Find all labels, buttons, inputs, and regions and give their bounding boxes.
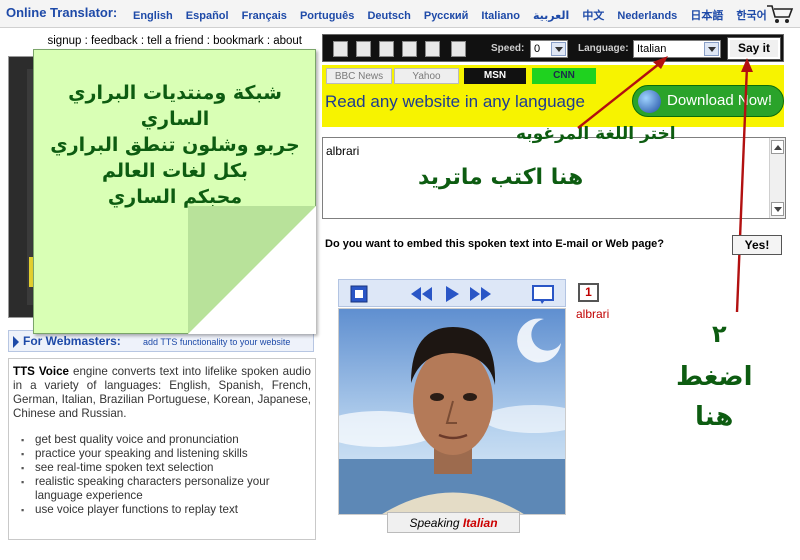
note-line: بكل لغات العالم [102,160,248,182]
list-item: get best quality voice and pronunciation [21,433,311,447]
player-toolbar: Speed: 0 Language: Italian Say it [322,34,784,62]
speaking-language: Italian [462,516,498,530]
webmasters-subtitle: add TTS functionality to your website [143,337,291,347]
language-select-value: Italian [637,43,667,55]
download-now-button[interactable]: Download Now! [632,85,784,117]
brand-title: Online Translator: [6,5,118,20]
print-icon[interactable] [356,41,371,57]
player-controls [338,279,566,307]
stop-icon[interactable] [349,284,369,304]
speed-select[interactable]: 0 [530,40,568,58]
language-select[interactable]: Italian [633,40,721,58]
globe-icon [638,90,661,113]
yes-button[interactable]: Yes! [732,235,782,255]
lang-link-russian[interactable]: Русский [424,10,468,22]
download-now-label: Download Now! [667,92,773,109]
avatar [339,309,565,514]
speaking-prefix: Speaking [409,516,460,530]
character-name: albrari [576,307,610,321]
lang-link-nederlands[interactable]: Nederlands [617,10,677,22]
about-link[interactable]: about [273,35,302,47]
signup-link[interactable]: signup [48,35,82,47]
lang-link-deutsch[interactable]: Deutsch [367,10,410,22]
lang-link-english[interactable]: English [133,10,173,22]
lang-link-portugues[interactable]: Português [300,10,354,22]
fast-forward-icon[interactable] [467,284,493,304]
play-icon[interactable] [442,284,462,304]
tab-msn[interactable]: MSN [464,68,526,84]
list-item: realistic speaking characters personaliz… [21,475,311,503]
embed-row: Do you want to embed this spoken text in… [322,233,786,257]
tab-cnn[interactable]: CNN [532,68,596,84]
chevron-down-icon [551,42,566,56]
lang-link-korean[interactable]: 한국어 [736,10,766,22]
tts-feature-list: get best quality voice and pronunciation… [13,433,311,517]
list-item: use voice player functions to replay tex… [21,503,311,517]
chevron-down-icon [704,42,719,56]
annotation-step-number: ٢ [712,320,727,348]
webmasters-title: For Webmasters: [23,334,121,348]
tell-a-friend-link[interactable]: tell a friend [147,35,203,47]
scroll-down-arrow-icon[interactable] [771,202,784,216]
speed-select-value: 0 [534,43,541,55]
lang-link-espanol[interactable]: Español [186,10,229,22]
note-line: الساري [140,108,210,130]
tts-title: TTS Voice [13,365,69,378]
speaking-character [338,308,566,515]
lang-link-francais[interactable]: Français [242,10,287,22]
vertical-scrollbar[interactable] [769,138,785,218]
speech-bubble-icon[interactable] [531,284,555,304]
speaking-language-label: Speaking Italian [387,512,520,533]
delete-icon[interactable] [379,41,394,57]
say-it-button[interactable]: Say it [727,37,781,60]
lang-link-japanese[interactable]: 日本語 [690,10,723,22]
language-label: Language: [578,43,629,54]
text-input-value: albrari [326,144,360,158]
promo-banner: BBC News Yahoo MSN CNN Read any website … [322,65,784,127]
language-links: English Español Français Português Deuts… [133,7,777,23]
sticky-note: شبكة ومنتديات البراري الساري جربو وشلون … [33,49,316,334]
bookmark-link[interactable]: bookmark [213,35,264,47]
note-line: شبكة ومنتديات البراري [68,82,282,104]
rewind-icon[interactable] [409,284,435,304]
annotation-press: اضغط [676,362,753,392]
character-counter: 1 [578,283,599,302]
scroll-up-arrow-icon[interactable] [771,140,784,154]
spell-check-icon[interactable] [402,41,417,57]
font-size-icon[interactable] [425,41,440,57]
banner-headline: Read any website in any language [325,92,585,111]
keyboard-icon[interactable] [451,41,466,57]
page: Online Translator: English Español Franç… [0,0,800,560]
note-folded-corner [188,206,316,334]
lang-link-chinese[interactable]: 中文 [582,10,604,22]
sticky-note-text: شبكة ومنتديات البراري الساري جربو وشلون … [42,80,308,210]
language-bar: Online Translator: English Español Franç… [0,0,800,28]
tts-info-box: TTS Voice engine converts text into life… [8,358,316,540]
note-line: جربو وشلون تنطق البراري [50,134,300,156]
list-item: see real-time spoken text selection [21,461,311,475]
lang-link-italiano[interactable]: Italiano [481,10,520,22]
embed-question: Do you want to embed this spoken text in… [325,238,664,250]
lang-link-arabic[interactable]: العربية [533,10,569,22]
annotation-choose-language: اختر اللغة المرغوبه [516,124,676,144]
feedback-link[interactable]: feedback [91,35,138,47]
tab-bbc-news[interactable]: BBC News [326,68,392,84]
annotation-type-here: هنا اكتب ماتريد [418,165,584,190]
list-item: practice your speaking and listening ski… [21,447,311,461]
expand-triangle-icon [13,336,19,348]
tab-yahoo[interactable]: Yahoo [394,68,459,84]
annotation-here: هنا [695,402,734,432]
shopping-cart-icon[interactable] [765,2,795,26]
document-icon[interactable] [333,41,348,57]
speed-label: Speed: [491,43,525,54]
tts-description: TTS Voice engine converts text into life… [13,365,311,421]
